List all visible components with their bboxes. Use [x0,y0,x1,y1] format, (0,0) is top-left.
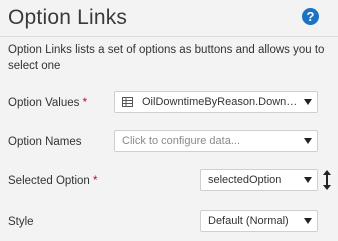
chevron-down-icon [304,177,312,183]
style-select[interactable]: Default (Normal) [200,210,318,232]
table-icon [122,97,133,107]
required-mark: * [82,97,88,109]
chevron-down-icon [304,218,312,224]
vertical-arrows-icon[interactable] [321,169,333,191]
selected-option-select[interactable]: selectedOption [200,169,318,191]
chevron-down-icon [304,99,312,105]
option-values-select[interactable]: OilDowntimeByReason.Downtime [114,91,318,113]
chevron-down-icon [304,138,312,144]
style-value: Default (Normal) [208,215,289,227]
panel-description: Option Links lists a set of options as b… [8,44,325,72]
required-mark: * [93,175,98,187]
selected-option-label: Selected Option * [8,175,98,187]
option-names-placeholder: Click to configure data... [122,135,241,147]
help-icon[interactable]: ? [302,8,319,25]
option-names-label: Option Names [8,136,82,148]
style-label: Style [8,216,34,228]
title-divider [0,36,338,37]
option-values-value: OilDowntimeByReason.Downtime [142,96,299,108]
selected-option-value: selectedOption [208,174,282,186]
option-names-select[interactable]: Click to configure data... [114,130,318,152]
option-values-label: Option Values * [8,97,88,109]
panel-title: Option Links [8,6,128,29]
